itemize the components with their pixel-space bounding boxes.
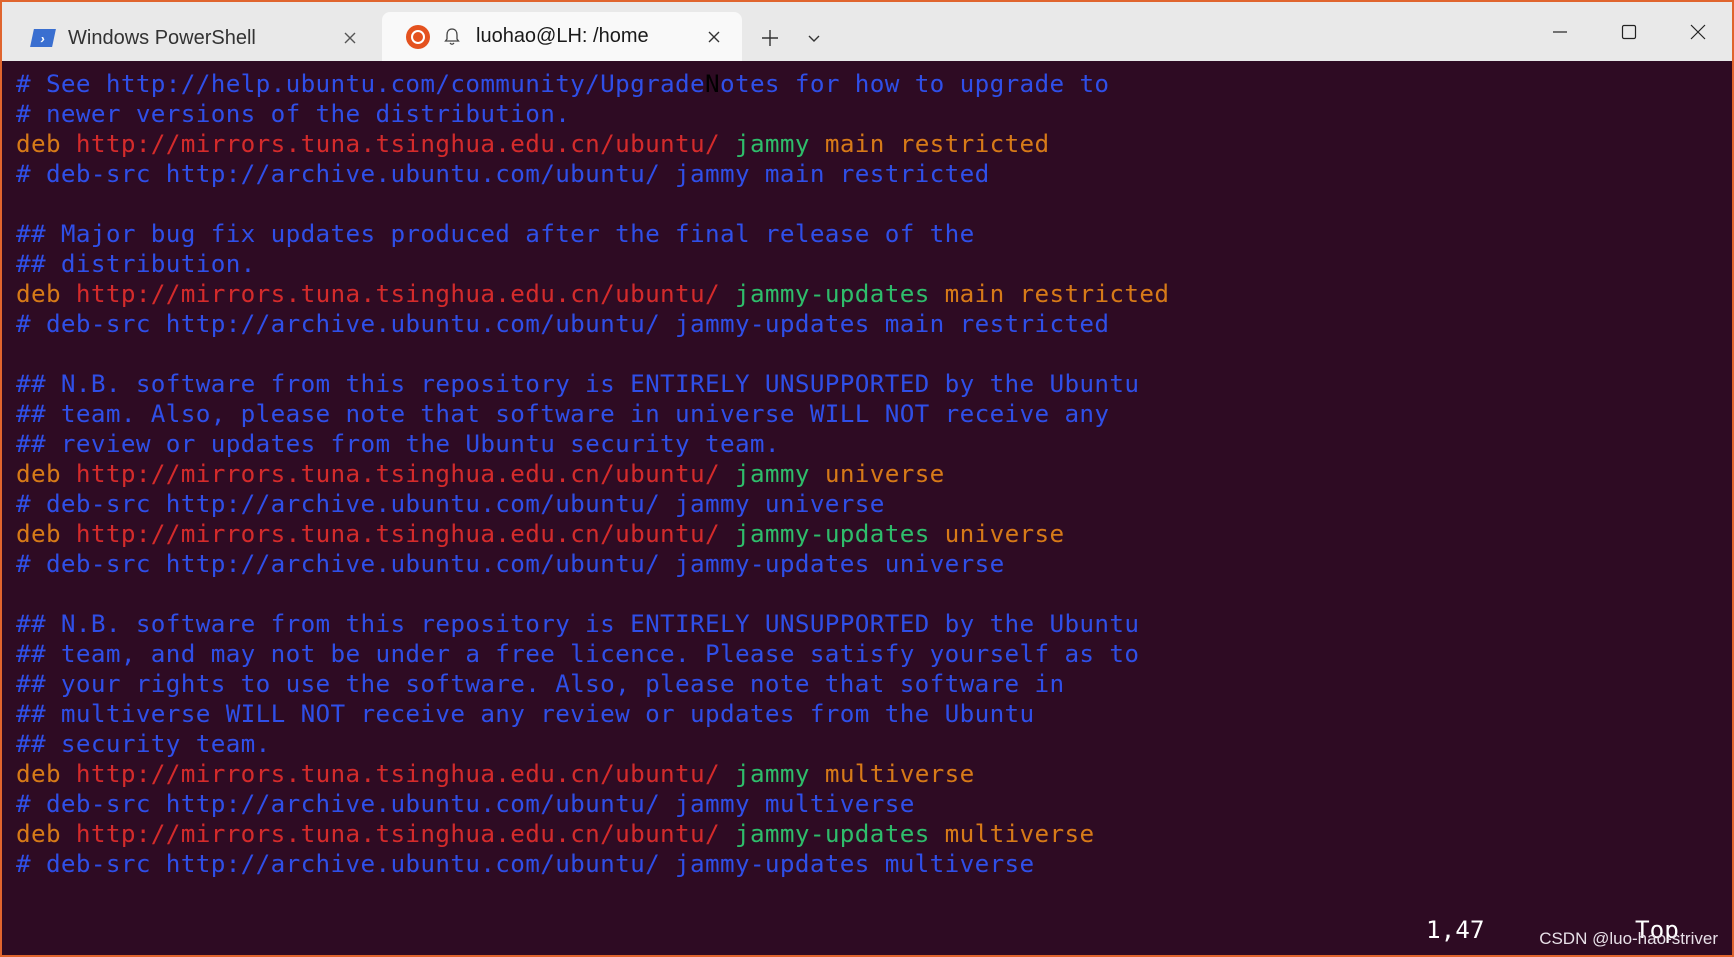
- terminal-text-comment: ## multiverse WILL NOT receive any revie…: [16, 699, 1035, 728]
- terminal-text-deb: deb: [16, 519, 76, 548]
- terminal-text-comment: # See http://help.ubuntu.com/community/U…: [16, 69, 705, 98]
- terminal-text-deb: deb: [16, 459, 76, 488]
- terminal-line: ## N.B. software from this repository is…: [16, 369, 1732, 399]
- terminal-text-dist: jammy: [719, 459, 810, 488]
- terminal-line: ## review or updates from the Ubuntu sec…: [16, 429, 1732, 459]
- terminal-text-dist: jammy: [719, 129, 810, 158]
- terminal-line: ## multiverse WILL NOT receive any revie…: [16, 699, 1732, 729]
- terminal-text-deb: deb: [16, 759, 76, 788]
- terminal-text-comment: # deb-src http://archive.ubuntu.com/ubun…: [16, 549, 1005, 578]
- terminal-text-dist: jammy-updates: [719, 519, 930, 548]
- terminal-line: # deb-src http://archive.ubuntu.com/ubun…: [16, 849, 1732, 879]
- plus-icon: [762, 30, 778, 46]
- terminal-text-comment: # deb-src http://archive.ubuntu.com/ubun…: [16, 789, 915, 818]
- terminal-text-url: http://mirrors.tuna.tsinghua.edu.cn/ubun…: [75, 459, 720, 488]
- terminal-line: deb http://mirrors.tuna.tsinghua.edu.cn/…: [16, 819, 1732, 849]
- close-tab-icon[interactable]: [338, 26, 362, 50]
- tab-windows-powershell[interactable]: › Windows PowerShell: [8, 15, 378, 61]
- terminal-line: ## team. Also, please note that software…: [16, 399, 1732, 429]
- terminal-text-dist: jammy-updates: [719, 279, 930, 308]
- terminal-line: ## Major bug fix updates produced after …: [16, 219, 1732, 249]
- terminal-text-comment: # newer versions of the distribution.: [16, 99, 571, 128]
- terminal-line: # newer versions of the distribution.: [16, 99, 1732, 129]
- terminal-output[interactable]: # See http://help.ubuntu.com/community/U…: [2, 61, 1732, 955]
- terminal-text-comp: universe: [929, 519, 1065, 548]
- terminal-text-url: http://mirrors.tuna.tsinghua.edu.cn/ubun…: [75, 819, 720, 848]
- terminal-text-comp: main restricted: [929, 279, 1170, 308]
- terminal-text-url: http://mirrors.tuna.tsinghua.edu.cn/ubun…: [75, 759, 720, 788]
- terminal-line: ## team, and may not be under a free lic…: [16, 639, 1732, 669]
- terminal-text-deb: deb: [16, 129, 76, 158]
- terminal-text-comment: ## team. Also, please note that software…: [16, 399, 1110, 428]
- terminal-line: # deb-src http://archive.ubuntu.com/ubun…: [16, 309, 1732, 339]
- terminal-text-url: http://mirrors.tuna.tsinghua.edu.cn/ubun…: [75, 519, 720, 548]
- terminal-line: # deb-src http://archive.ubuntu.com/ubun…: [16, 159, 1732, 189]
- terminal-text-comment: # deb-src http://archive.ubuntu.com/ubun…: [16, 159, 990, 188]
- vim-status-line: 1,47 Top: [2, 915, 1732, 945]
- terminal-text-comp: multiverse: [809, 759, 975, 788]
- terminal-text-comment: # deb-src http://archive.ubuntu.com/ubun…: [16, 849, 1035, 878]
- tab-actions: [748, 15, 836, 61]
- maximize-icon: [1621, 24, 1636, 39]
- terminal-line: deb http://mirrors.tuna.tsinghua.edu.cn/…: [16, 759, 1732, 789]
- ubuntu-icon: [406, 24, 430, 49]
- close-icon: [1690, 24, 1705, 39]
- terminal-line: deb http://mirrors.tuna.tsinghua.edu.cn/…: [16, 459, 1732, 489]
- terminal-window: › Windows PowerShell luohao@LH: /home # …: [0, 0, 1734, 957]
- terminal-text-comp: main restricted: [809, 129, 1050, 158]
- terminal-text-comp: universe: [809, 459, 945, 488]
- terminal-text-comment: ## security team.: [16, 729, 271, 758]
- window-controls: [1525, 2, 1732, 61]
- chevron-down-icon: [808, 35, 820, 42]
- terminal-text-comment: ## N.B. software from this repository is…: [16, 369, 1140, 398]
- terminal-text-comment: ## distribution.: [16, 249, 256, 278]
- terminal-line: ## distribution.: [16, 249, 1732, 279]
- minimize-icon: [1552, 30, 1567, 33]
- terminal-text-comment: # deb-src http://archive.ubuntu.com/ubun…: [16, 489, 885, 518]
- close-tab-icon[interactable]: [702, 25, 726, 49]
- terminal-line: # deb-src http://archive.ubuntu.com/ubun…: [16, 789, 1732, 819]
- terminal-line: # deb-src http://archive.ubuntu.com/ubun…: [16, 489, 1732, 519]
- cursor-position: 1,47: [1426, 915, 1485, 944]
- terminal-text-deb: deb: [16, 279, 76, 308]
- tab-label: luohao@LH: /home: [476, 25, 649, 47]
- terminal-text-url: http://mirrors.tuna.tsinghua.edu.cn/ubun…: [75, 129, 720, 158]
- minimize-button[interactable]: [1525, 2, 1594, 61]
- terminal-text-comment: ## review or updates from the Ubuntu sec…: [16, 429, 780, 458]
- terminal-line: deb http://mirrors.tuna.tsinghua.edu.cn/…: [16, 129, 1732, 159]
- terminal-text-comment: ## N.B. software from this repository is…: [16, 609, 1140, 638]
- terminal-text-url: http://mirrors.tuna.tsinghua.edu.cn/ubun…: [75, 279, 720, 308]
- terminal-line: deb http://mirrors.tuna.tsinghua.edu.cn/…: [16, 279, 1732, 309]
- terminal-text-deb: deb: [16, 819, 76, 848]
- terminal-line: ## N.B. software from this repository is…: [16, 609, 1732, 639]
- terminal-text-dist: jammy: [719, 759, 810, 788]
- terminal-text-comment: ## Major bug fix updates produced after …: [16, 219, 975, 248]
- close-window-button[interactable]: [1663, 2, 1732, 61]
- title-bar[interactable]: › Windows PowerShell luohao@LH: /home: [2, 2, 1732, 61]
- terminal-line: # deb-src http://archive.ubuntu.com/ubun…: [16, 549, 1732, 579]
- terminal-text-comp: multiverse: [929, 819, 1095, 848]
- watermark: CSDN @luo-hao-striver: [1539, 929, 1718, 948]
- terminal-text-dist: jammy-updates: [719, 819, 930, 848]
- new-tab-button[interactable]: [748, 18, 792, 58]
- powershell-icon: ›: [30, 29, 56, 47]
- text-cursor: N: [705, 69, 720, 98]
- terminal-text-comment: otes for how to upgrade to: [719, 69, 1110, 98]
- terminal-text-comment: ## team, and may not be under a free lic…: [16, 639, 1140, 668]
- terminal-text-comment: # deb-src http://archive.ubuntu.com/ubun…: [16, 309, 1110, 338]
- terminal-line: deb http://mirrors.tuna.tsinghua.edu.cn/…: [16, 519, 1732, 549]
- maximize-button[interactable]: [1594, 2, 1663, 61]
- terminal-text-comment: ## your rights to use the software. Also…: [16, 669, 1065, 698]
- terminal-line: # See http://help.ubuntu.com/community/U…: [16, 69, 1732, 99]
- tab-label: Windows PowerShell: [68, 26, 256, 49]
- tab-dropdown-button[interactable]: [792, 18, 836, 58]
- bell-icon: [442, 27, 462, 47]
- terminal-line: ## your rights to use the software. Also…: [16, 669, 1732, 699]
- tab-ubuntu-home[interactable]: luohao@LH: /home: [382, 12, 742, 61]
- terminal-line: ## security team.: [16, 729, 1732, 759]
